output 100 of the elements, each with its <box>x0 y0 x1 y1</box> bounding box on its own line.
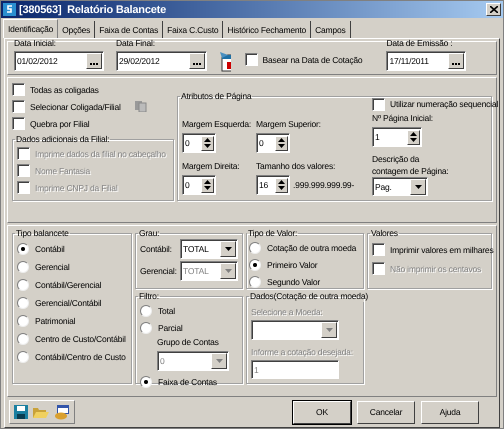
radio-label: Patrimonial <box>35 314 76 326</box>
group-title: Filtro: <box>138 290 160 302</box>
field-label: Selecione a Moeda: <box>251 306 324 318</box>
radio-button[interactable] <box>249 258 261 270</box>
radio-label: Centro de Custo/Contábil <box>35 332 126 344</box>
dialog-button[interactable]: OK <box>293 400 351 424</box>
window-icon[interactable] <box>54 404 70 420</box>
save-icon[interactable] <box>14 405 28 419</box>
browse-button[interactable] <box>86 53 102 69</box>
window-title: [380563] Relatório Balancete <box>19 4 166 16</box>
radio-button[interactable] <box>17 314 29 326</box>
dropdown-field[interactable]: Pag. <box>372 177 428 196</box>
checkbox-label: Utilizar numeração sequencial <box>390 98 498 110</box>
radio-button[interactable] <box>249 276 261 288</box>
browse-button[interactable] <box>189 53 205 69</box>
tab[interactable]: Faixa C.Custo <box>163 21 224 38</box>
date-field[interactable]: 17/11/2011 <box>386 51 466 71</box>
dialog-button[interactable]: Cancelar <box>357 400 415 424</box>
radio-button[interactable] <box>17 332 29 344</box>
checkbox[interactable] <box>244 53 258 66</box>
radio-button[interactable] <box>140 304 152 316</box>
spin-field[interactable]: 0 <box>256 133 290 153</box>
dropdown-field[interactable]: TOTAL <box>180 239 238 259</box>
field-label: Grupo de Contas <box>157 336 220 349</box>
browse-button[interactable] <box>448 53 464 69</box>
radio-button[interactable] <box>249 242 261 254</box>
radio-label: Contábil <box>35 242 65 254</box>
checkbox-label: Imprimir valores em milhares <box>390 244 494 256</box>
field-label: Margem Superior: <box>256 118 322 131</box>
radio-button[interactable] <box>17 242 29 254</box>
tab[interactable]: Opções <box>58 21 96 38</box>
radio-label: Primeiro Valor <box>267 258 318 270</box>
field-label: Contábil: <box>140 243 172 255</box>
field-label: Data Final: <box>116 37 156 50</box>
dropdown-field[interactable] <box>251 320 339 340</box>
group-title: Dados adicionais da Filial: <box>15 133 110 145</box>
checkbox-label: Imprime CNPJ da Filial <box>35 182 118 194</box>
close-icon <box>490 6 498 13</box>
radio-button[interactable] <box>17 350 29 362</box>
checkbox[interactable] <box>12 117 25 130</box>
field-label: Tamanho dos valores: <box>256 160 336 173</box>
radio-label: Contábil/Centro de Custo <box>35 350 126 362</box>
radio-button[interactable] <box>17 260 29 272</box>
radio-label: Faixa de Contas <box>158 376 217 388</box>
group-title: Dados(Cotação de outra moeda) <box>249 290 369 302</box>
radio-label: Gerencial <box>35 260 70 272</box>
spin-arrows-icon[interactable] <box>201 178 214 192</box>
checkbox-label: Nome Fantasia <box>35 164 90 176</box>
field-label: Data Inicial: <box>14 37 57 50</box>
spin-arrows-icon[interactable] <box>201 136 214 150</box>
field-label: Margem Direita: <box>182 160 240 173</box>
radio-label: Parcial <box>158 322 183 334</box>
radio-label: Cotação de outra moeda <box>267 242 356 254</box>
checkbox-label: Não imprimir os centavos <box>390 262 482 274</box>
group-title: Valores <box>370 227 399 239</box>
field-label: Descrição da contagem de Página: <box>372 153 450 178</box>
spin-field[interactable]: 1 <box>372 127 422 148</box>
radio-button[interactable] <box>140 322 152 334</box>
date-field[interactable]: 29/02/2012 <box>116 51 207 71</box>
radio-label: Gerencial/Contábil <box>35 296 102 308</box>
app-icon <box>3 3 16 16</box>
tab[interactable]: Histórico Fechamento <box>223 21 312 38</box>
checkbox-label: Quebra por Filial <box>30 118 90 130</box>
group-title: Grau: <box>138 227 160 239</box>
spin-field[interactable]: 0 <box>182 175 216 195</box>
checkbox[interactable] <box>12 100 25 113</box>
checkbox[interactable] <box>12 83 25 96</box>
group-title: Atributos de Página <box>180 90 252 102</box>
field-label: Nº Página Inicial: <box>372 112 434 126</box>
radio-label: Total <box>158 304 175 316</box>
radio-button[interactable] <box>140 376 152 388</box>
field-label: Margem Esquerda: <box>182 118 252 131</box>
radio-label: Contábil/Gerencial <box>35 278 102 290</box>
checkbox-label: Imprime dados da filial no cabeçalho <box>35 148 166 160</box>
spin-field[interactable]: 0 <box>182 133 216 153</box>
checkbox[interactable] <box>372 98 385 111</box>
spin-arrows-icon[interactable] <box>275 136 288 150</box>
radio-label: Segundo Valor <box>267 276 320 288</box>
checkbox-label: Selecionar Coligada/Filial <box>30 100 121 112</box>
field-label: Gerencial: <box>140 265 177 277</box>
field-label: Data de Emissão : <box>386 37 454 50</box>
checkbox-label: Basear na Data de Cotação <box>262 54 362 66</box>
tab[interactable]: Campos <box>311 21 351 38</box>
field-label: Informe a cotação desejada: <box>251 346 354 358</box>
tab[interactable]: Identificação <box>3 19 58 38</box>
checkbox-label: Todas as coligadas <box>30 84 99 96</box>
date-field[interactable]: 01/02/2012 <box>14 51 104 71</box>
spin-arrows-icon[interactable] <box>407 130 420 145</box>
calendar-icon[interactable] <box>219 50 231 72</box>
radio-button[interactable] <box>17 278 29 290</box>
checkbox[interactable] <box>372 243 385 256</box>
tab[interactable]: Faixa de Contas <box>95 21 164 38</box>
value-mask: .999.999.999.99- <box>293 179 354 191</box>
spin-arrows-icon[interactable] <box>275 178 288 192</box>
group-title: Tipo de Valor: <box>247 227 298 239</box>
dialog-button[interactable]: Ajuda <box>421 400 479 424</box>
close-button[interactable] <box>486 3 501 16</box>
spin-field[interactable]: 16 <box>256 175 290 195</box>
radio-button[interactable] <box>17 296 29 308</box>
group-title: Tipo balancete <box>15 227 70 239</box>
